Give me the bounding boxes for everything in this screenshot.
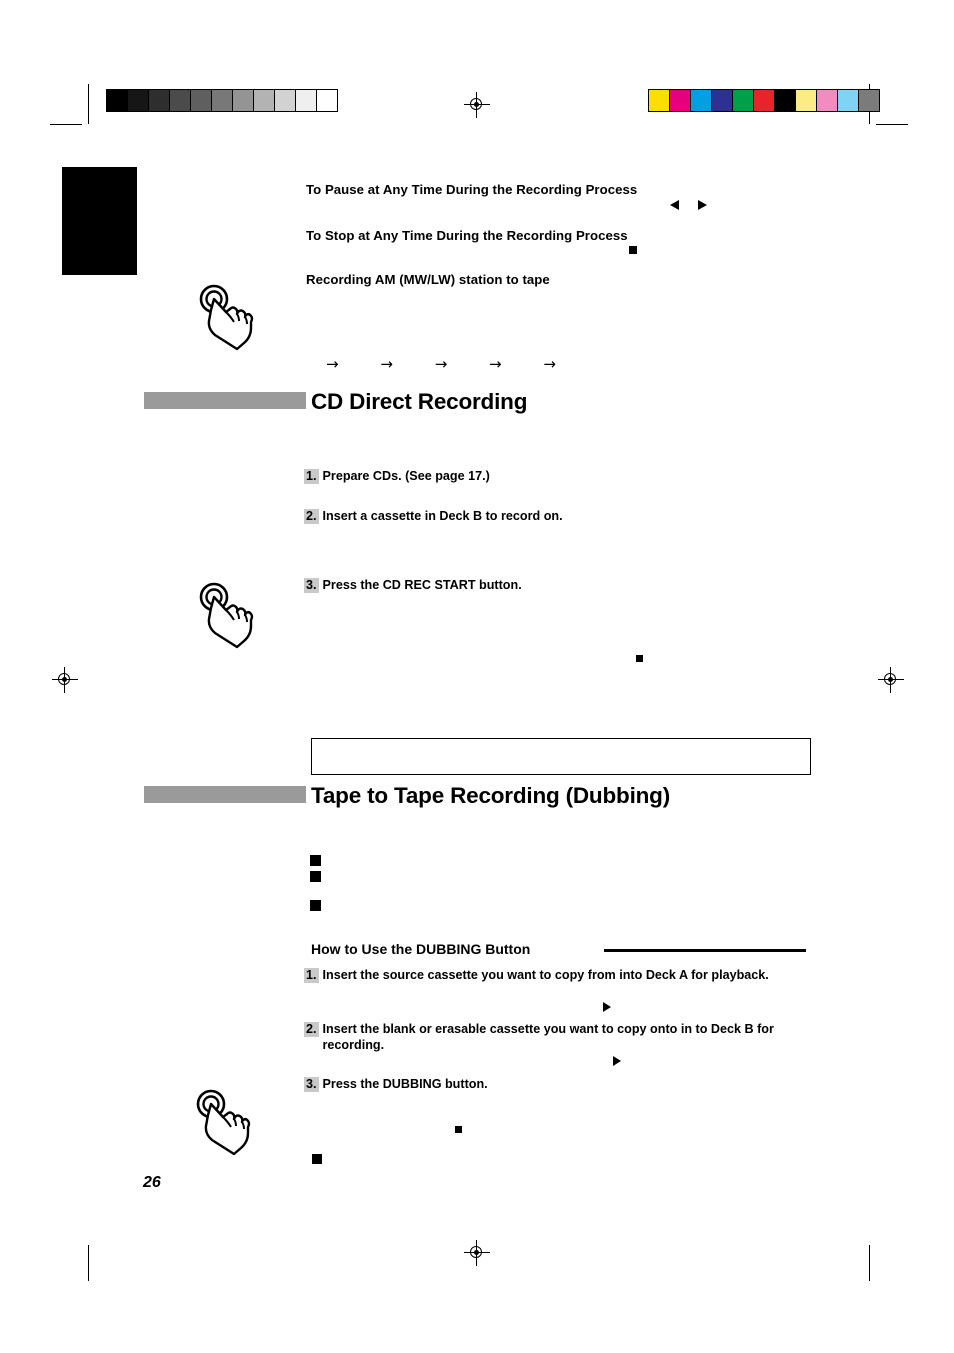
stop-marker-icon [629,246,637,254]
flow-arrow-4: → [489,355,502,373]
crop-mark-top-left-horizontal [50,124,82,125]
dubbing-play-marker-icon-2 [613,1056,621,1066]
crop-mark-top-right-horizontal [876,124,908,125]
dubbing-play-marker-icon-1 [603,1002,611,1012]
grayscale-swatch [317,90,337,111]
grayscale-swatch [170,90,191,111]
dubbing-bullet-1-icon [310,855,321,866]
minihead-rule [604,949,806,952]
grayscale-swatch [128,90,149,111]
flow-arrow-1: → [326,355,339,373]
color-swatch [754,90,775,111]
color-swatch [838,90,859,111]
cd-step-3-text: Press the CD REC START button. [322,578,522,592]
color-swatch [691,90,712,111]
dubbing-step-1-text: Insert the source cassette you want to c… [322,968,769,982]
rewind-marker-icon [670,200,679,210]
grayscale-swatch [191,90,212,111]
chapter-thumb-tab [62,167,137,275]
cd-step-3-number: 3. [304,578,319,593]
dubbing-stop-marker-icon-1 [455,1126,462,1133]
grayscale-swatch [254,90,275,111]
dubbing-step-3-text: Press the DUBBING button. [322,1077,488,1091]
pointing-hand-icon-3 [190,1088,266,1165]
manual-page: To Pause at Any Time During the Recordin… [0,0,954,1353]
grayscale-swatch [233,90,254,111]
dubbing-step-3: 3. Press the DUBBING button. [304,1077,804,1093]
grayscale-swatch [149,90,170,111]
cd-stop-marker-icon [636,655,643,662]
crop-mark-top-left [88,84,89,124]
section-rule-cd-direct-recording [144,392,306,409]
color-calibration-bar [648,89,880,112]
grayscale-swatch [212,90,233,111]
dubbing-step-2: 2. Insert the blank or erasable cassette… [304,1022,804,1053]
dubbing-bullet-3-icon [310,900,321,911]
heading-recording-am-station: Recording AM (MW/LW) station to tape [306,272,550,287]
cd-step-2: 2. Insert a cassette in Deck B to record… [304,509,724,525]
crop-mark-bottom-right [869,1245,870,1281]
cd-step-1-text: Prepare CDs. (See page 17.) [322,469,490,483]
registration-mark-right-middle [878,667,904,693]
section-title-cd-direct-recording: CD Direct Recording [311,389,528,414]
dubbing-step-1: 1. Insert the source cassette you want t… [304,968,804,984]
color-swatch [712,90,733,111]
section-title-tape-to-tape: Tape to Tape Recording (Dubbing) [311,783,670,808]
grayscale-swatch [275,90,296,111]
section-rule-tape-to-tape [144,786,306,803]
cd-step-2-text: Insert a cassette in Deck B to record on… [322,509,563,523]
color-swatch [817,90,838,111]
cd-step-1: 1. Prepare CDs. (See page 17.) [304,469,724,485]
pointing-hand-icon-2 [193,581,269,658]
grayscale-calibration-bar [106,89,338,112]
color-swatch [649,90,670,111]
heading-stop-recording: To Stop at Any Time During the Recording… [306,228,628,243]
dubbing-step-2-text: Insert the blank or erasable cassette yo… [322,1022,774,1052]
color-swatch [859,90,879,111]
grayscale-swatch [107,90,128,111]
registration-mark-left-middle [52,667,78,693]
note-box [311,738,811,775]
fast-forward-marker-icon [698,200,707,210]
color-swatch [733,90,754,111]
dubbing-step-2-number: 2. [304,1022,319,1037]
cd-step-3: 3. Press the CD REC START button. [304,578,724,594]
registration-mark-top-center [464,92,490,118]
minihead-how-to-use-dubbing-button: How to Use the DUBBING Button [311,941,531,957]
color-swatch [670,90,691,111]
heading-pause-recording: To Pause at Any Time During the Recordin… [306,182,638,197]
cd-step-2-number: 2. [304,509,319,524]
dubbing-step-3-number: 3. [304,1077,319,1092]
operation-flow-arrows: → → → → → [326,357,556,372]
cd-step-1-number: 1. [304,469,319,484]
grayscale-swatch [296,90,317,111]
page-number: 26 [143,1174,161,1191]
dubbing-stop-marker-icon-2 [312,1154,322,1164]
color-swatch [796,90,817,111]
dubbing-bullet-2-icon [310,871,321,882]
flow-arrow-2: → [380,355,393,373]
dubbing-step-1-number: 1. [304,968,319,983]
flow-arrow-3: → [434,355,448,373]
registration-mark-bottom-center [464,1240,490,1266]
pointing-hand-icon-1 [193,283,269,360]
flow-arrow-5: → [543,355,556,373]
crop-mark-bottom-left [88,1245,89,1281]
color-swatch [775,90,796,111]
